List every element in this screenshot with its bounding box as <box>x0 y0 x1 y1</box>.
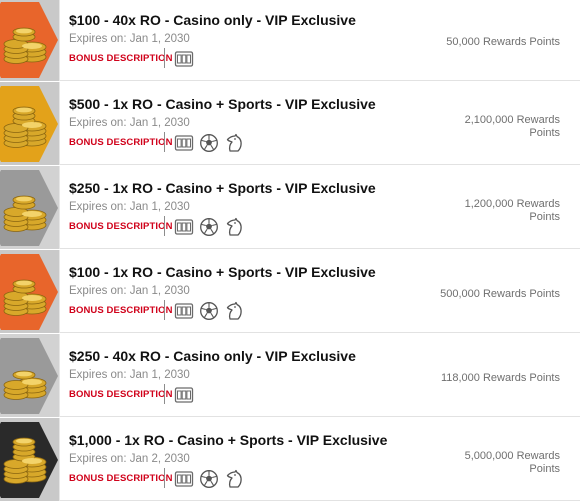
slot-machine-icon <box>174 51 194 67</box>
rewards-points: 50,000 Rewards Points <box>446 36 560 48</box>
bonus-description-link[interactable]: BONUS DESCRIPTION <box>69 221 173 232</box>
separator <box>164 300 165 320</box>
bonus-description-link[interactable]: BONUS DESCRIPTION <box>69 53 173 64</box>
bonus-description-link[interactable]: BONUS DESCRIPTION <box>69 473 173 484</box>
offer-expiry: Expires on: Jan 1, 2030 <box>69 33 190 45</box>
offer-expiry: Expires on: Jan 1, 2030 <box>69 285 190 297</box>
tier-badge-orange <box>0 0 59 81</box>
bonus-description-link[interactable]: BONUS DESCRIPTION <box>69 137 173 148</box>
offer-expiry: Expires on: Jan 2, 2030 <box>69 453 190 465</box>
tier-badge-orange <box>0 250 59 333</box>
offer-title: $1,000 - 1x RO - Casino + Sports - VIP E… <box>69 432 388 448</box>
bonus-description-link[interactable]: BONUS DESCRIPTION <box>69 389 173 400</box>
slot-machine-icon <box>174 303 194 319</box>
rewards-points: 1,200,000 Rewards Points <box>464 198 560 223</box>
separator <box>164 132 165 152</box>
rewards-points: 118,000 Rewards Points <box>440 372 560 384</box>
tier-badge-silver <box>0 166 59 249</box>
horse-head-icon <box>226 301 242 320</box>
separator <box>164 384 165 404</box>
tier-badge-gold <box>0 82 59 165</box>
row-divider <box>59 418 60 501</box>
tier-badge-silver <box>0 334 59 417</box>
row-divider <box>59 0 60 81</box>
offer-title: $500 - 1x RO - Casino + Sports - VIP Exc… <box>69 96 376 112</box>
offer-expiry: Expires on: Jan 1, 2030 <box>69 201 190 213</box>
offer-expiry: Expires on: Jan 1, 2030 <box>69 369 190 381</box>
coins-icon <box>3 370 47 400</box>
rewards-points: 5,000,000 Rewards Points <box>464 450 560 475</box>
row-divider <box>59 166 60 249</box>
offer-list: $100 - 40x RO - Casino only - VIP Exclus… <box>0 0 580 501</box>
bonus-description-link[interactable]: BONUS DESCRIPTION <box>69 305 173 316</box>
slot-machine-icon <box>174 387 194 403</box>
separator <box>164 216 165 236</box>
row-divider <box>59 250 60 333</box>
horse-head-icon <box>226 133 242 152</box>
slot-machine-icon <box>174 135 194 151</box>
horse-head-icon <box>226 217 242 236</box>
horse-head-icon <box>226 469 242 488</box>
row-divider <box>59 334 60 417</box>
soccer-ball-icon <box>200 218 218 236</box>
offer-title: $100 - 40x RO - Casino only - VIP Exclus… <box>69 12 356 28</box>
slot-machine-icon <box>174 219 194 235</box>
rewards-points: 2,100,000 Rewards Points <box>464 114 560 139</box>
rewards-points: 500,000 Rewards Points <box>440 288 560 300</box>
coins-icon <box>3 437 47 484</box>
coins-icon <box>3 27 47 64</box>
row-divider <box>59 82 60 165</box>
offer-row[interactable]: $500 - 1x RO - Casino + Sports - VIP Exc… <box>0 82 580 165</box>
tier-badge-black <box>0 418 59 501</box>
offer-row[interactable]: $250 - 40x RO - Casino only - VIP Exclus… <box>0 334 580 417</box>
offer-title: $250 - 40x RO - Casino only - VIP Exclus… <box>69 348 356 364</box>
soccer-ball-icon <box>200 470 218 488</box>
offer-title: $250 - 1x RO - Casino + Sports - VIP Exc… <box>69 180 376 196</box>
offer-expiry: Expires on: Jan 1, 2030 <box>69 117 190 129</box>
offer-row[interactable]: $100 - 1x RO - Casino + Sports - VIP Exc… <box>0 250 580 333</box>
offer-row[interactable]: $250 - 1x RO - Casino + Sports - VIP Exc… <box>0 166 580 249</box>
soccer-ball-icon <box>200 134 218 152</box>
offer-title: $100 - 1x RO - Casino + Sports - VIP Exc… <box>69 264 376 280</box>
coins-icon <box>3 195 47 232</box>
separator <box>164 468 165 488</box>
slot-machine-icon <box>174 471 194 487</box>
coins-icon <box>3 106 47 148</box>
coins-icon <box>3 279 47 316</box>
offer-row[interactable]: $100 - 40x RO - Casino only - VIP Exclus… <box>0 0 580 81</box>
offer-row[interactable]: $1,000 - 1x RO - Casino + Sports - VIP E… <box>0 418 580 501</box>
soccer-ball-icon <box>200 302 218 320</box>
separator <box>164 48 165 68</box>
